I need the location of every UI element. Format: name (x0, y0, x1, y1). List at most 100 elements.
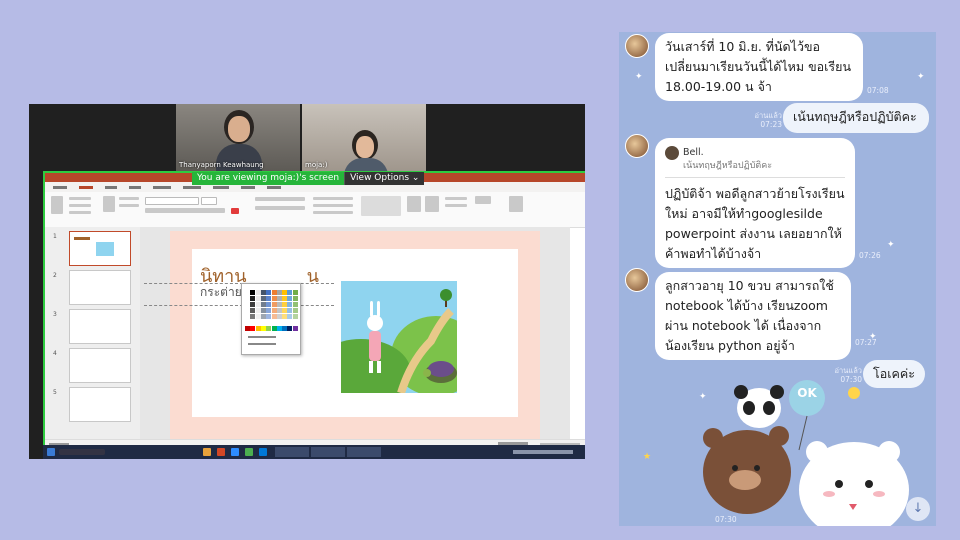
ribbon-button[interactable] (119, 204, 139, 207)
color-swatch[interactable] (271, 302, 277, 307)
ribbon-tab[interactable] (213, 186, 229, 189)
font-name-select[interactable] (145, 197, 199, 205)
font-color-icon[interactable] (231, 208, 239, 214)
participant-video-2[interactable]: moja:) (302, 104, 426, 172)
color-swatch[interactable] (282, 314, 288, 319)
ribbon-button[interactable] (69, 197, 91, 200)
color-swatch[interactable] (260, 296, 266, 301)
slide[interactable]: นิทานน กระต่าย (144, 231, 540, 439)
ribbon-button[interactable] (445, 204, 467, 207)
slide-thumbnail[interactable] (69, 348, 131, 383)
ribbon-button[interactable] (313, 211, 353, 214)
color-swatch[interactable] (245, 290, 250, 295)
color-swatch[interactable] (287, 302, 293, 307)
color-swatch[interactable] (245, 302, 250, 307)
ribbon-button[interactable] (119, 197, 139, 200)
color-swatch[interactable] (255, 326, 261, 331)
avatar[interactable] (625, 268, 649, 292)
color-swatch[interactable] (245, 308, 250, 313)
edge-icon[interactable] (259, 448, 267, 456)
color-swatch[interactable] (271, 308, 277, 313)
slide-subtitle[interactable]: กระต่าย (200, 283, 242, 302)
color-swatch[interactable] (271, 290, 277, 295)
text-box-selection[interactable] (144, 305, 334, 306)
color-swatch[interactable] (282, 302, 288, 307)
taskbar-app-zoom[interactable] (347, 447, 381, 457)
color-swatch[interactable] (255, 290, 261, 295)
ribbon-button[interactable] (313, 204, 353, 207)
color-swatch[interactable] (292, 308, 298, 313)
color-swatch[interactable] (266, 326, 272, 331)
chat-bubble-incoming[interactable]: วันเสาร์ที่ 10 มิ.ย. ที่นัดไว้ขอเปลี่ยนม… (655, 33, 863, 101)
color-swatch[interactable] (282, 296, 288, 301)
color-swatch[interactable] (260, 308, 266, 313)
font-color-palette[interactable] (241, 283, 301, 355)
palette-menu-item[interactable] (248, 343, 276, 345)
arrange-icon[interactable] (407, 196, 421, 212)
color-swatch[interactable] (282, 326, 288, 331)
ribbon-button[interactable] (69, 211, 91, 214)
view-options-button[interactable]: View Options ⌄ (344, 172, 425, 185)
ribbon-tab[interactable] (129, 186, 141, 189)
find-icon[interactable] (475, 196, 491, 204)
ribbon-tab[interactable] (153, 186, 171, 189)
color-swatch[interactable] (271, 296, 277, 301)
color-swatch[interactable] (250, 302, 256, 307)
color-swatch[interactable] (260, 326, 266, 331)
avatar[interactable] (625, 34, 649, 58)
color-swatch[interactable] (276, 326, 282, 331)
color-swatch[interactable] (266, 308, 272, 313)
color-swatch[interactable] (271, 326, 277, 331)
chat-bubble-incoming[interactable]: ลูกสาวอายุ 10 ขวบ สามารถใช้ notebook ได้… (655, 272, 851, 360)
color-swatch[interactable] (250, 308, 256, 313)
chat-bubble-reply[interactable]: Bell. เน้นทฤษฎีหรือปฏิบัติคะ ปฏิบัติจ้า … (655, 138, 855, 268)
slide-thumbnail[interactable] (69, 309, 131, 344)
font-size-select[interactable] (201, 197, 217, 205)
color-swatch[interactable] (250, 326, 256, 331)
color-swatch[interactable] (271, 314, 277, 319)
color-swatch[interactable] (287, 290, 293, 295)
color-swatch[interactable] (255, 302, 261, 307)
slide-thumbnail[interactable] (69, 270, 131, 305)
ribbon-button[interactable] (69, 204, 91, 207)
color-swatch[interactable] (276, 302, 282, 307)
file-explorer-icon[interactable] (203, 448, 211, 456)
ribbon-tab[interactable] (241, 186, 255, 189)
color-swatch[interactable] (250, 290, 256, 295)
taskbar-app-powerpoint[interactable] (275, 447, 309, 457)
chrome-icon[interactable] (245, 448, 253, 456)
taskbar-app-chrome[interactable] (311, 447, 345, 457)
color-swatch[interactable] (250, 296, 256, 301)
color-swatch[interactable] (282, 290, 288, 295)
color-swatch[interactable] (245, 326, 250, 331)
color-swatch[interactable] (292, 302, 298, 307)
chat-bubble-outgoing[interactable]: เน้นทฤษฎีหรือปฏิบัติคะ (783, 103, 929, 133)
color-swatch[interactable] (282, 308, 288, 313)
color-swatch[interactable] (276, 290, 282, 295)
color-swatch[interactable] (276, 296, 282, 301)
dictate-icon[interactable] (509, 196, 523, 212)
color-swatch[interactable] (292, 314, 298, 319)
color-swatch[interactable] (276, 308, 282, 313)
search-box[interactable] (59, 449, 105, 455)
color-swatch[interactable] (266, 296, 272, 301)
color-swatch[interactable] (292, 296, 298, 301)
ribbon-button[interactable] (445, 197, 467, 200)
ribbon-tab[interactable] (53, 186, 67, 189)
paragraph-buttons[interactable] (255, 206, 305, 210)
ribbon-button[interactable] (313, 197, 353, 200)
color-swatch[interactable] (255, 296, 261, 301)
palette-menu-item[interactable] (248, 336, 276, 338)
ribbon-tab[interactable] (105, 186, 117, 189)
color-swatch[interactable] (292, 290, 298, 295)
new-slide-icon[interactable] (103, 196, 115, 212)
paste-icon[interactable] (51, 196, 63, 214)
color-swatch[interactable] (292, 326, 298, 331)
zoom-icon[interactable] (231, 448, 239, 456)
powerpoint-icon[interactable] (217, 448, 225, 456)
slide-thumbnail-active[interactable] (69, 231, 131, 266)
color-swatch[interactable] (287, 296, 293, 301)
participant-video-1[interactable]: Thanyaporn Keawhaung (176, 104, 300, 172)
ribbon-tab[interactable] (183, 186, 201, 189)
color-swatch[interactable] (245, 314, 250, 319)
